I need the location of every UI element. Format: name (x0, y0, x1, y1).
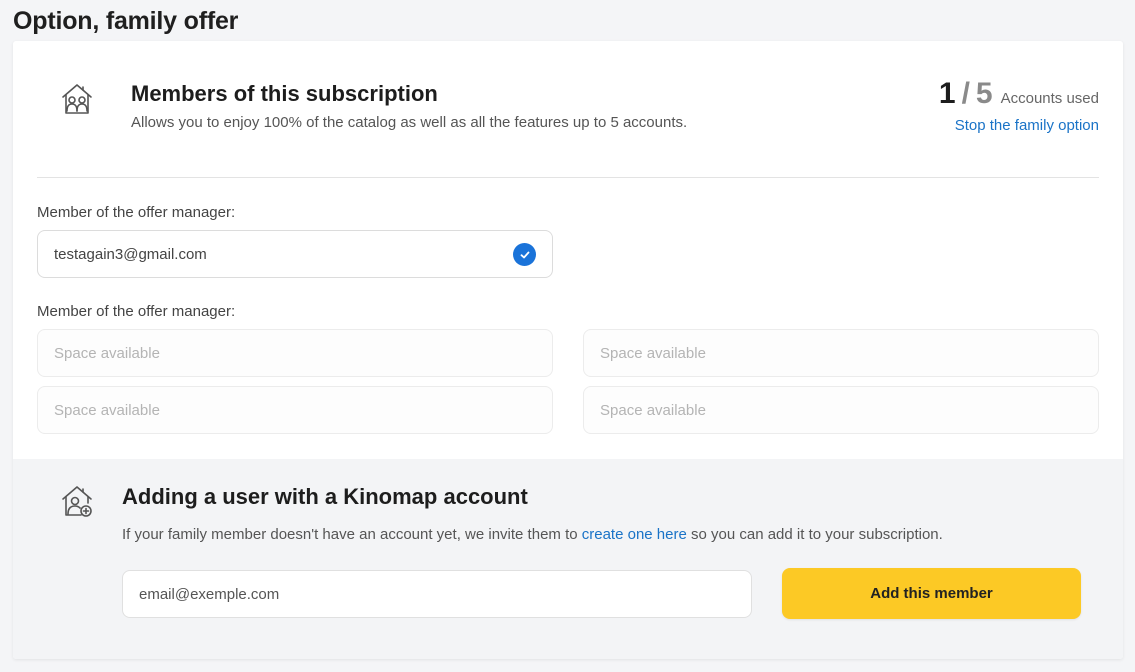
slot-placeholder: Space available (54, 401, 160, 419)
page-title: Option, family offer (13, 7, 239, 35)
members-subtitle: Allows you to enjoy 100% of the catalog … (131, 114, 688, 131)
manager-label: Member of the offer manager: (37, 204, 236, 221)
accounts-counter: 1 / 5 Accounts used (939, 77, 1099, 111)
check-circle-icon (513, 243, 536, 266)
create-account-link[interactable]: create one here (582, 526, 687, 543)
family-house-icon (59, 81, 95, 117)
slot-placeholder: Space available (54, 344, 160, 362)
member-slot: Space available (37, 329, 553, 377)
add-member-description: If your family member doesn't have an ac… (122, 526, 943, 543)
member-slot: Space available (37, 386, 553, 434)
stop-family-option-link[interactable]: Stop the family option (955, 117, 1099, 134)
manager-email-field: testagain3@gmail.com (37, 230, 553, 278)
manager-email: testagain3@gmail.com (54, 245, 207, 263)
add-member-section: Adding a user with a Kinomap account If … (13, 459, 1123, 659)
add-member-title: Adding a user with a Kinomap account (122, 484, 528, 509)
add-user-house-icon (59, 483, 95, 519)
section-divider (37, 177, 1099, 178)
add-desc-after: so you can add it to your subscription. (686, 526, 943, 543)
add-desc-before: If your family member doesn't have an ac… (122, 526, 582, 543)
member-slot: Space available (583, 329, 1099, 377)
add-member-button[interactable]: Add this member (782, 568, 1081, 619)
accounts-used-label: Accounts used (1000, 90, 1099, 107)
accounts-used-count: 1 (938, 77, 956, 110)
members-title: Members of this subscription (131, 81, 438, 106)
accounts-total-count: 5 (975, 77, 993, 110)
member-email-input[interactable] (122, 570, 752, 618)
member-slot: Space available (583, 386, 1099, 434)
family-offer-card: Members of this subscription Allows you … (13, 41, 1123, 659)
members-slots-label: Member of the offer manager: (37, 303, 236, 320)
slot-placeholder: Space available (600, 401, 706, 419)
slot-placeholder: Space available (600, 344, 706, 362)
accounts-separator: / (961, 77, 970, 110)
